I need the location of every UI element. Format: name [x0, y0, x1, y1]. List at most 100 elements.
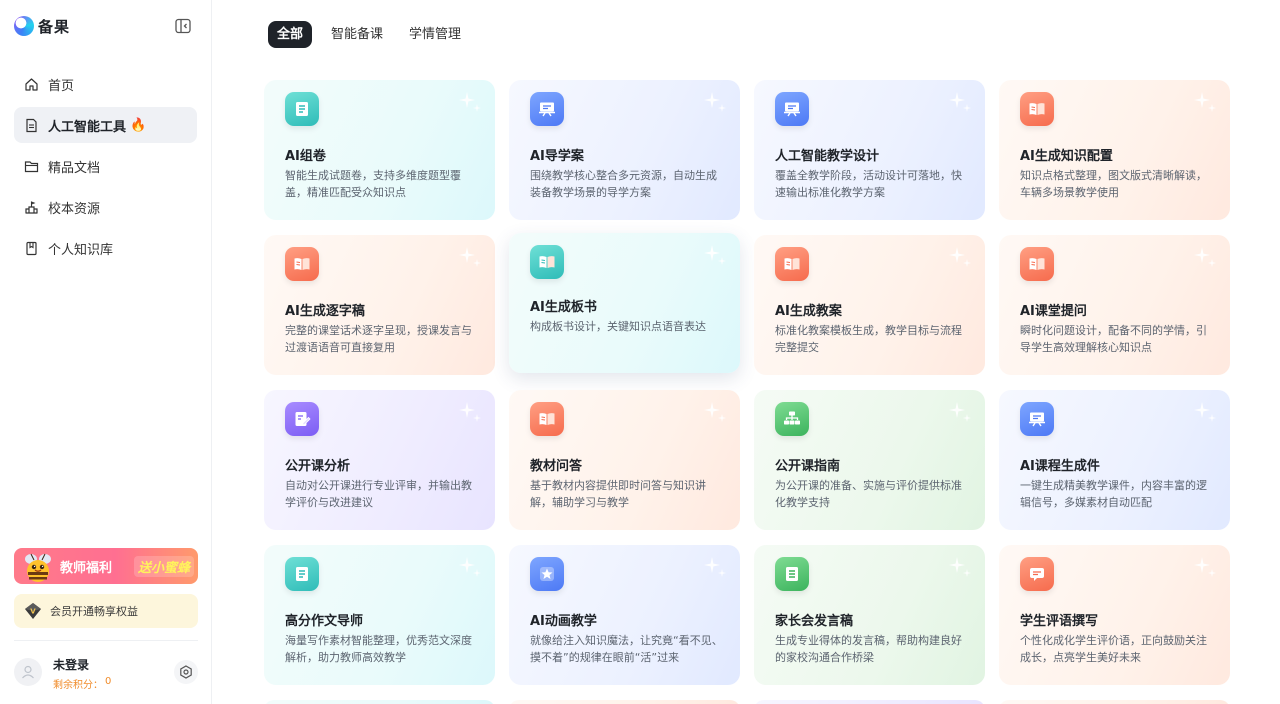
sparkle-icon [1192, 400, 1218, 426]
sparkle-icon [702, 243, 728, 269]
sparkle-icon [1192, 245, 1218, 271]
open-book-icon [285, 247, 319, 281]
brand[interactable]: 备果 [14, 16, 70, 36]
avatar[interactable] [14, 658, 42, 686]
tool-card-title: 高分作文导师 [285, 614, 364, 629]
tool-card-description: 构成板书设计，关键知识点语音表达 [530, 320, 706, 333]
sidebar-collapse-icon[interactable] [174, 17, 192, 35]
book-icon [24, 241, 39, 256]
sidebar-item-1[interactable]: 人工智能工具 🔥 [14, 107, 197, 143]
sparkle-icon [947, 90, 973, 116]
tool-card[interactable]: AI生成逐字稿 完整的课堂话术逐字呈现，授课发言与过渡语语音可直接复用 [264, 235, 495, 375]
tool-card[interactable]: AI课程生成件 一键生成精美教学课件，内容丰富的逻辑信号，多媒素材自动匹配 [999, 390, 1230, 530]
tool-card[interactable]: 教材问答 基于教材内容提供即时问答与知识讲解，辅助学习与教学 [509, 390, 740, 530]
sidebar-item-0[interactable]: 首页 [14, 66, 197, 102]
tool-card[interactable]: AI组卷智能生成试题卷，支持多维度题型覆盖，精准匹配受众知识点 [264, 80, 495, 220]
sparkle-icon [947, 555, 973, 581]
sidebar-item-label: 人工智能工具 [48, 119, 127, 135]
tab-0[interactable]: 全部 [268, 21, 313, 48]
sparkle-icon [457, 90, 483, 116]
sidebar-item-2[interactable]: 精品文档 [14, 148, 197, 184]
settings-button[interactable] [174, 660, 198, 684]
comment-card-icon [1020, 557, 1054, 591]
sidebar-item-3[interactable]: 校本资源 [14, 189, 197, 225]
star-badge-icon [530, 557, 564, 591]
presentation-icon [1020, 402, 1054, 436]
tool-card-description: 一键生成精美教学课件，内容丰富的逻辑信号，多媒素材自动匹配 [1020, 479, 1207, 509]
user-panel: 未登录 剩余积分： 0 [14, 656, 198, 691]
tool-card[interactable]: AI生成板书 构成板书设计，关键知识点语音表达 [509, 233, 740, 373]
tool-card[interactable]: AI生成教案 标准化教案模板生成，教学目标与流程完整提交 [754, 235, 985, 375]
tool-card-title: 家长会发言稿 [775, 614, 854, 629]
tool-card[interactable] [999, 700, 1230, 704]
user-icon [22, 665, 34, 679]
tool-card-description: 自动对公开课进行专业评审，并输出教学评价与改进建议 [285, 479, 472, 509]
sidebar-item-label: 个人知识库 [48, 242, 114, 258]
vip-diamond-icon: V [25, 603, 41, 619]
tool-card-title: 公开课分析 [285, 459, 351, 474]
membership-label: 会员开通畅享权益 [50, 605, 138, 618]
sparkle-icon [702, 400, 728, 426]
tool-card-description: 就像给注入知识魔法，让究竟“看不见、摸不着”的规律在眼前“活”过来 [530, 634, 723, 664]
open-book-icon [530, 245, 564, 279]
tool-card-title: 人工智能教学设计 [775, 149, 880, 164]
tool-card[interactable]: 公开课分析自动对公开课进行专业评审，并输出教学评价与改进建议 [264, 390, 495, 530]
tool-card-description: 智能生成试题卷，支持多维度题型覆盖，精准匹配受众知识点 [285, 169, 461, 199]
exam-paper-icon [285, 557, 319, 591]
tool-card[interactable]: 学生评语撰写 个性化成化学生评价语，正向鼓励关注成长，点亮学生美好未来 [999, 545, 1230, 685]
user-name[interactable]: 未登录 [53, 656, 89, 673]
edit-document-icon [285, 402, 319, 436]
open-book-icon [530, 402, 564, 436]
tool-card-title: AI组卷 [285, 149, 326, 164]
tool-card[interactable] [264, 700, 495, 704]
tool-card-title: 学生评语撰写 [1020, 614, 1099, 629]
svg-text:V: V [30, 608, 36, 616]
tool-card-title: AI生成逐字稿 [285, 304, 365, 319]
sidebar-divider [14, 640, 198, 641]
promo-title: 教师福利 [60, 561, 113, 576]
tool-card-description: 海量写作素材智能整理，优秀范文深度解析，助力教师高效教学 [285, 634, 472, 664]
presentation-icon [775, 92, 809, 126]
tool-card-title: 公开课指南 [775, 459, 841, 474]
open-book-icon [1020, 92, 1054, 126]
tool-card-title: AI导学案 [530, 149, 584, 164]
membership-banner[interactable]: V 会员开通畅享权益 [14, 594, 198, 628]
tool-card[interactable]: 人工智能教学设计覆盖全教学阶段，活动设计可落地，快速输出标准化教学方案 [754, 80, 985, 220]
sidebar: 备果 首页人工智能工具 🔥 精品文档校本资源个人知识库 教师福利 送小蜜蜂 V 会员… [0, 0, 212, 704]
teacher-benefit-banner[interactable]: 教师福利 送小蜜蜂 [14, 548, 198, 584]
tab-1[interactable]: 智能备课 [324, 21, 390, 48]
home-icon [24, 77, 39, 92]
folder-icon [24, 159, 39, 174]
exam-paper-icon [285, 92, 319, 126]
category-tabs: 全部 智能备课 学情管理 [268, 21, 468, 48]
tool-card-description: 为公开课的准备、实施与评价提供标准化教学支持 [775, 479, 962, 509]
sparkle-icon [702, 90, 728, 116]
tab-2[interactable]: 学情管理 [402, 21, 468, 48]
tool-card-description: 知识点格式整理，图文版式清晰解读，车辆多场景教学使用 [1020, 169, 1207, 199]
sparkle-icon [702, 555, 728, 581]
tool-card[interactable]: AI课堂提问 瞬时化问题设计，配备不同的学情，引导学生高效理解核心知识点 [999, 235, 1230, 375]
tool-card[interactable]: 公开课指南为公开课的准备、实施与评价提供标准化教学支持 [754, 390, 985, 530]
tool-card[interactable]: AI生成知识配置知识点格式整理，图文版式清晰解读，车辆多场景教学使用 [999, 80, 1230, 220]
document-lines-icon [775, 557, 809, 591]
tool-card[interactable]: 高分作文导师海量写作素材智能整理，优秀范文深度解析，助力教师高效教学 [264, 545, 495, 685]
sparkle-icon [947, 245, 973, 271]
org-chart-icon [775, 402, 809, 436]
tool-card[interactable]: AI导学案 围绕教学核心整合多元资源，自动生成装备教学场景的导学方案 [509, 80, 740, 220]
tool-card[interactable] [754, 700, 985, 704]
settings-icon [180, 665, 192, 679]
document-icon [24, 118, 39, 133]
tool-card-description: 基于教材内容提供即时问答与知识讲解，辅助学习与教学 [530, 479, 706, 509]
school-icon [24, 200, 39, 215]
presentation-icon [530, 92, 564, 126]
brand-name: 备果 [38, 17, 71, 36]
sidebar-item-4[interactable]: 个人知识库 [14, 230, 197, 266]
tool-card[interactable]: AI动画教学就像给注入知识魔法，让究竟“看不见、摸不着”的规律在眼前“活”过来 [509, 545, 740, 685]
tool-card-title: AI生成知识配置 [1020, 149, 1113, 164]
tool-card-title: AI课堂提问 [1020, 304, 1087, 319]
points-label: 剩余积分： [53, 680, 103, 691]
tool-card-description: 覆盖全教学阶段，活动设计可落地，快速输出标准化教学方案 [775, 169, 962, 199]
tool-card[interactable]: 家长会发言稿 生成专业得体的发言稿，帮助构建良好的家校沟通合作桥梁 [754, 545, 985, 685]
tool-card-title: AI动画教学 [530, 614, 597, 629]
tool-card[interactable] [509, 700, 740, 704]
